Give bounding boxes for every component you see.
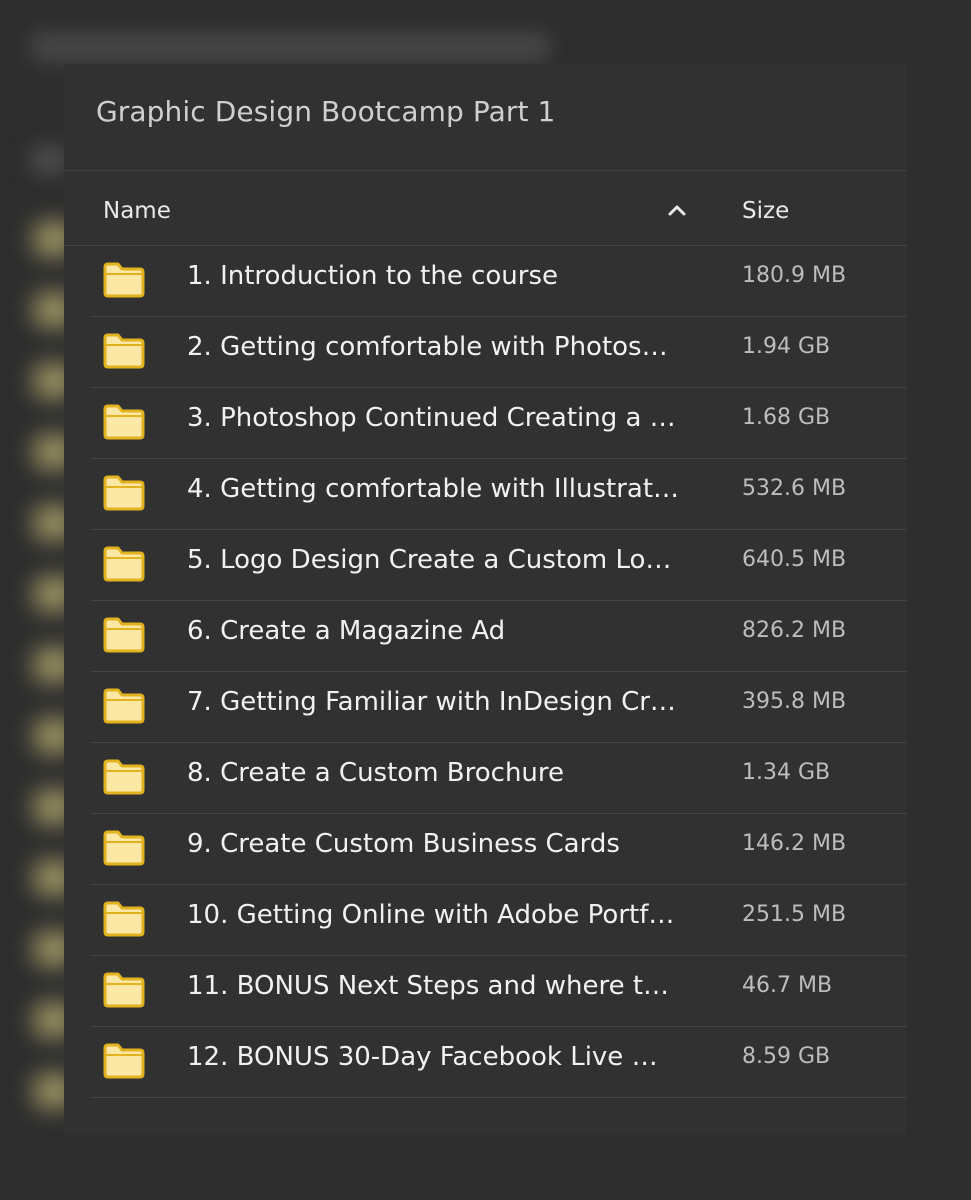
blurred-title	[30, 32, 550, 62]
folder-name: 10. Getting Online with Adobe Portf…	[187, 900, 675, 930]
folder-size: 532.6 MB	[742, 476, 847, 501]
table-row[interactable]: 12. BONUS 30-Day Facebook Live … 8.59 GB	[64, 1027, 907, 1098]
folder-name: 3. Photoshop Continued Creating a …	[187, 403, 676, 433]
folder-icon	[103, 262, 145, 298]
folder-name: 11. BONUS Next Steps and where t…	[187, 971, 670, 1001]
folder-icon	[103, 972, 145, 1008]
table-row[interactable]: 10. Getting Online with Adobe Portf… 251…	[64, 885, 907, 956]
folder-size: 146.2 MB	[742, 831, 847, 856]
folder-size: 8.59 GB	[742, 1044, 831, 1069]
folder-size: 1.94 GB	[742, 334, 831, 359]
table-row[interactable]: 7. Getting Familiar with InDesign Cr… 39…	[64, 672, 907, 743]
folder-name: 1. Introduction to the course	[187, 261, 558, 291]
folder-size: 1.34 GB	[742, 760, 831, 785]
folder-icon	[103, 404, 145, 440]
window-title: Graphic Design Bootcamp Part 1	[96, 95, 556, 128]
folder-icon	[103, 688, 145, 724]
table-row[interactable]: 5. Logo Design Create a Custom Lo… 640.5…	[64, 530, 907, 601]
folder-icon	[103, 617, 145, 653]
folder-name: 2. Getting comfortable with Photos…	[187, 332, 668, 362]
size-column-header[interactable]: Size	[742, 198, 789, 224]
folder-icon	[103, 901, 145, 937]
folder-icon	[103, 475, 145, 511]
table-row[interactable]: 4. Getting comfortable with Illustrat… 5…	[64, 459, 907, 530]
table-row[interactable]: 2. Getting comfortable with Photos… 1.94…	[64, 317, 907, 388]
file-list: 1. Introduction to the course 180.9 MB 2…	[64, 246, 907, 1098]
table-row[interactable]: 3. Photoshop Continued Creating a … 1.68…	[64, 388, 907, 459]
table-row[interactable]: 1. Introduction to the course 180.9 MB	[64, 246, 907, 317]
folder-name: 7. Getting Familiar with InDesign Cr…	[187, 687, 676, 717]
folder-icon	[103, 1043, 145, 1079]
folder-name: 9. Create Custom Business Cards	[187, 829, 620, 859]
folder-size: 1.68 GB	[742, 405, 831, 430]
table-row[interactable]: 8. Create a Custom Brochure 1.34 GB	[64, 743, 907, 814]
name-column-header[interactable]: Name	[103, 198, 171, 224]
folder-icon	[103, 759, 145, 795]
folder-icon	[103, 333, 145, 369]
table-row[interactable]: 9. Create Custom Business Cards 146.2 MB	[64, 814, 907, 885]
folder-name: 12. BONUS 30-Day Facebook Live …	[187, 1042, 658, 1072]
folder-size: 251.5 MB	[742, 902, 847, 927]
table-row[interactable]: 11. BONUS Next Steps and where t… 46.7 M…	[64, 956, 907, 1027]
folder-name: 4. Getting comfortable with Illustrat…	[187, 474, 680, 504]
folder-name: 5. Logo Design Create a Custom Lo…	[187, 545, 672, 575]
folder-name: 8. Create a Custom Brochure	[187, 758, 565, 788]
folder-icon	[103, 546, 145, 582]
folder-size: 640.5 MB	[742, 547, 847, 572]
folder-size: 46.7 MB	[742, 973, 833, 998]
folder-name: 6. Create a Magazine Ad	[187, 616, 506, 646]
folder-size: 180.9 MB	[742, 263, 847, 288]
folder-browser-panel: Graphic Design Bootcamp Part 1 Name Size…	[64, 64, 907, 1135]
folder-size: 826.2 MB	[742, 618, 847, 643]
table-header: Name Size	[64, 171, 907, 246]
chevron-up-icon[interactable]	[667, 201, 687, 219]
folder-size: 395.8 MB	[742, 689, 847, 714]
folder-icon	[103, 830, 145, 866]
table-row[interactable]: 6. Create a Magazine Ad 826.2 MB	[64, 601, 907, 672]
